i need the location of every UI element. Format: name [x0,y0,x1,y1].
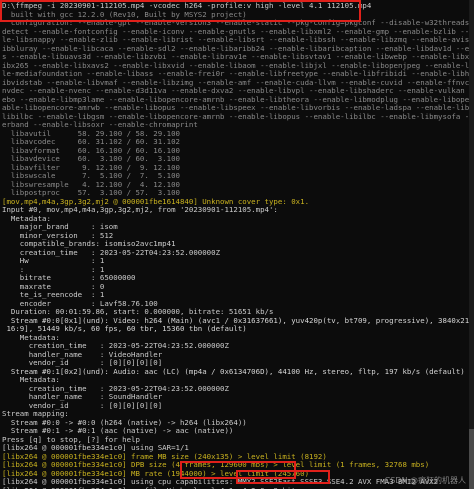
terminal-line: Stream #0:1 -> #0:1 (aac (native) -> aac… [2,427,234,435]
terminal-line: nvdec --enable-nvenc --enable-d3d11va --… [2,87,474,95]
terminal-line: te_is_reencode : 1 [2,291,105,299]
terminal-line: minor_version : 512 [2,231,114,240]
watermark: CSDN @疯狂的机器人 [384,476,466,485]
terminal-line: Stream #0:1[0x2](und): Audio: aac (LC) (… [2,367,465,376]
terminal-line: erband --enable-libsoxr --enable-chromap… [2,121,198,129]
terminal-line: [libx264 @ 000001fbe334e1c0] frame MB si… [2,452,327,461]
terminal-line: libswscale 7. 5.100 / 7. 5.100 [2,172,180,180]
terminal-line: s --enable-libuavs3d --enable-libzvbi --… [2,53,474,61]
scrollbar-thumb[interactable] [469,429,474,489]
terminal-line: Stream #0:0 -> #0:0 (h264 (native) -> h2… [2,418,247,427]
vertical-scrollbar[interactable] [469,0,474,489]
terminal-line: maxrate : 0 [2,282,105,291]
terminal-line: encoder : Lavf58.76.100 [2,299,158,308]
terminal-line: [libx264 @ 000001fbe334e1c0] using SAR=1… [2,444,189,452]
terminal-line: major_brand : isom [2,223,118,231]
terminal-line: D:\ffmpeg -i 20230901-112105.mp4 -vcodec… [2,2,372,10]
terminal-line: Input #0, mov,mp4,m4a,3gp,3g2,mj2, from … [2,206,278,214]
terminal-line: vendor_id : [0][0][0][0] [2,401,163,410]
terminal-line: libavdevice 60. 3.100 / 60. 3.100 [2,155,180,163]
terminal-line: handler_name : VideoHandler [2,350,163,359]
terminal-line: Hw : 1 [2,257,105,265]
terminal-line: 16:9], 51449 kb/s, 60 fps, 60 tbr, 15360… [2,325,247,333]
terminal-line: libpostproc 57. 3.100 / 57. 3.100 [2,189,180,197]
terminal-window[interactable]: D:\ffmpeg -i 20230901-112105.mp4 -vcodec… [0,0,474,489]
terminal-line: ibvidstab --enable-libvmaf --enable-libz… [2,78,474,87]
terminal-line: libilbc --enable-libgsm --enable-libopen… [2,112,474,121]
terminal-line: : : 1 [2,265,105,274]
terminal-line: ebo --enable-libmp3lame --enable-libopen… [2,95,474,104]
terminal-line: compatible_brands: isomiso2avc1mp41 [2,240,176,248]
terminal-line: built with gcc 12.2.0 (Rev10, Built by M… [2,10,247,19]
terminal-line: le-libsnappy --enable-zlib --enable-libr… [2,36,474,44]
terminal-line: creation_time : 2023-05-22T04:23:52.0000… [2,248,221,257]
terminal-line: ibbluray --enable-libcaca --enable-sdl2 … [2,44,474,53]
terminal-line: libavcodec 60. 31.102 / 60. 31.102 [2,138,180,146]
terminal-line: Press [q] to stop, [?] for help [2,435,140,444]
terminal-line: Stream #0:0[0x1](und): Video: h264 (Main… [10,316,474,325]
terminal-line: libswresample 4. 12.100 / 4. 12.100 [2,180,180,189]
terminal-output: D:\ffmpeg -i 20230901-112105.mp4 -vcodec… [2,2,474,489]
terminal-line: libavformat 60. 16.100 / 60. 16.100 [2,146,180,155]
terminal-line: libavfilter 9. 12.100 / 9. 12.100 [2,163,180,172]
terminal-line: libavutil 58. 29.100 / 58. 29.100 [2,129,180,138]
terminal-line: Metadata: [2,376,60,384]
terminal-line: [mov,mp4,m4a,3gp,3g2,mj2 @ 000001fbe1614… [2,197,310,206]
terminal-line: detect --enable-fontconfig --enable-icon… [2,27,474,36]
terminal-line: handler_name : SoundHandler [2,393,163,401]
terminal-line: able-libopencore-amrwb --enable-libopus … [2,104,474,112]
terminal-line: Duration: 00:01:59.86, start: 0.000000, … [2,308,274,316]
terminal-line: le-mediafoundation --enable-libass --ena… [2,70,474,78]
terminal-line: bitrate : 65000000 [2,274,136,282]
terminal-line: creation_time : 2023-05-22T04:23:52.0000… [2,342,229,350]
terminal-line: ibx265 --enable-libxavs2 --enable-libxvi… [2,61,474,70]
terminal-line: Metadata: [2,333,60,342]
terminal-line: [libx264 @ 000001fbe334e1c0] DPB size (4… [2,461,430,469]
terminal-line: configuration: --enable-gpl --enable-ver… [10,19,474,27]
terminal-line: creation_time : 2023-05-22T04:23:52.0000… [2,384,229,393]
terminal-line: Metadata: [2,214,51,223]
terminal-line: Stream mapping: [2,410,69,418]
terminal-line: vendor_id : [0][0][0][0] [2,359,163,367]
